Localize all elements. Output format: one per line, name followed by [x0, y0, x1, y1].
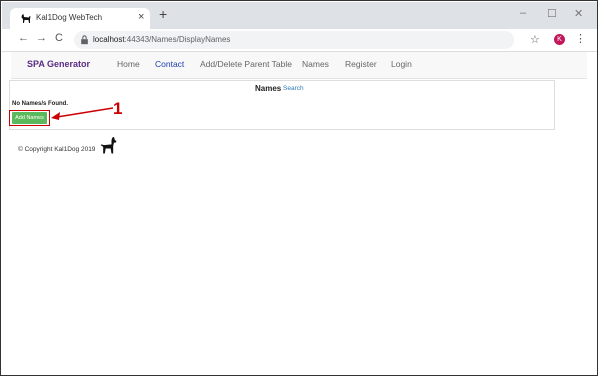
back-button[interactable]: ←: [18, 32, 29, 44]
maximize-button[interactable]: ☐: [547, 7, 557, 20]
dog-icon: [100, 136, 117, 154]
profile-avatar[interactable]: K: [554, 34, 565, 45]
lock-icon: [81, 35, 88, 45]
browser-titlebar: Kal1Dog WebTech × + – ☐ ✕: [2, 2, 597, 30]
nav-home[interactable]: Home: [117, 59, 140, 69]
callout-number: 1: [113, 99, 123, 118]
new-tab-button[interactable]: +: [159, 7, 167, 21]
nav-add-delete-parent-table[interactable]: Add/Delete Parent Table: [200, 59, 292, 69]
tab-close-icon[interactable]: ×: [138, 11, 144, 23]
close-window-button[interactable]: ✕: [574, 7, 583, 20]
brand-link[interactable]: SPA Generator: [27, 59, 90, 69]
minimize-button[interactable]: –: [520, 7, 526, 19]
nav-contact[interactable]: Contact: [155, 59, 184, 69]
nav-names[interactable]: Names: [302, 59, 329, 69]
url-text: localhost:44343/Names/DisplayNames: [93, 35, 230, 44]
app-navbar: SPA Generator Home Contact Add/Delete Pa…: [11, 52, 587, 79]
add-names-button[interactable]: Add Names: [12, 112, 47, 124]
screenshot-frame: Kal1Dog WebTech × + – ☐ ✕ ← → C localhos…: [0, 0, 598, 376]
reload-button[interactable]: C: [55, 32, 63, 44]
nav-login[interactable]: Login: [391, 59, 412, 69]
forward-button[interactable]: →: [36, 32, 47, 44]
panel-title: Names: [255, 84, 282, 93]
url-host: localhost: [93, 35, 125, 44]
browser-tab[interactable]: Kal1Dog WebTech ×: [10, 8, 150, 30]
kebab-menu-icon[interactable]: ⋮: [575, 32, 586, 45]
address-bar[interactable]: localhost:44343/Names/DisplayNames: [74, 31, 514, 49]
footer-copyright: © Copyright Kal1Dog 2019: [18, 146, 96, 153]
tab-title: Kal1Dog WebTech: [36, 13, 103, 22]
dog-icon: [21, 14, 31, 23]
star-icon[interactable]: ☆: [530, 33, 540, 46]
url-path: :44343/Names/DisplayNames: [124, 35, 231, 44]
search-link[interactable]: Search: [283, 85, 304, 92]
nav-register[interactable]: Register: [345, 59, 377, 69]
browser-toolbar: ← → C localhost:44343/Names/DisplayNames…: [2, 29, 597, 52]
